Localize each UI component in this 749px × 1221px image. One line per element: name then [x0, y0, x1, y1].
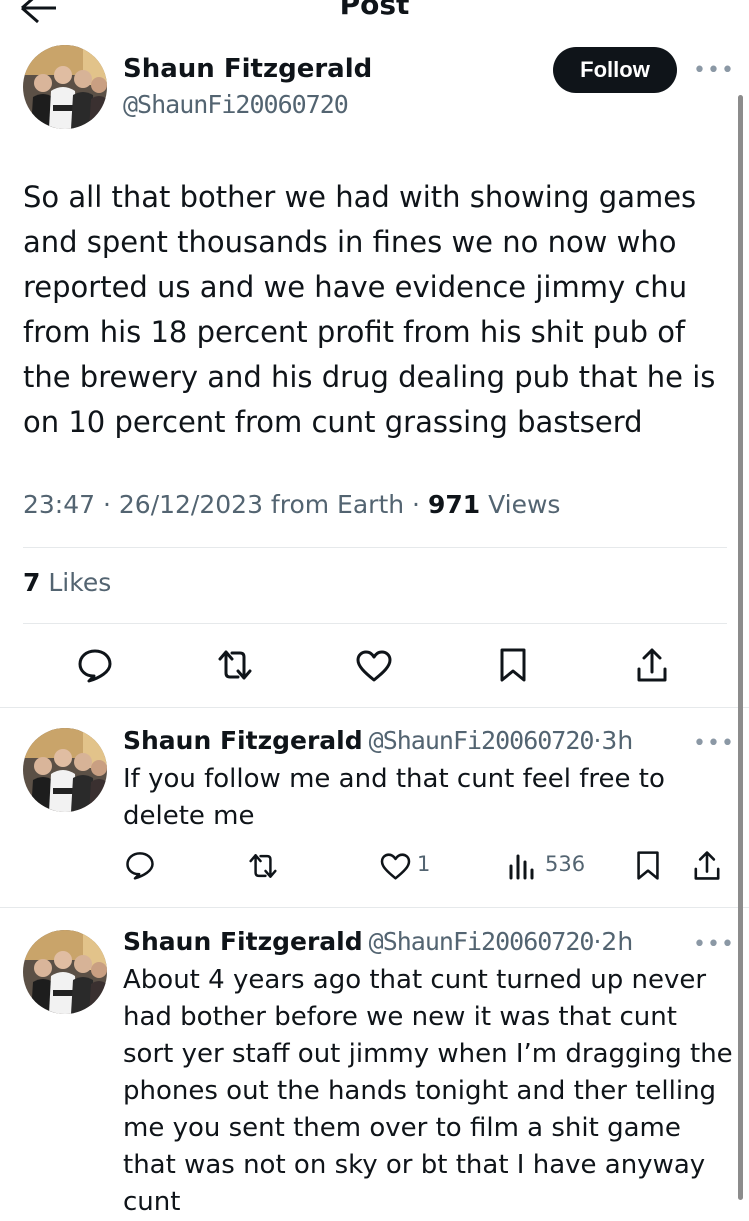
reply-age: ·3h — [593, 726, 634, 755]
like-icon[interactable] — [356, 650, 392, 682]
avatar[interactable] — [23, 930, 107, 1014]
likes-summary[interactable]: 7 Likes — [23, 568, 111, 597]
views-label[interactable]: Views — [480, 490, 560, 519]
share-icon[interactable] — [636, 647, 668, 683]
reply-text: If you follow me and that cunt feel free… — [123, 764, 665, 831]
reply-author-name[interactable]: Shaun Fitzgerald — [123, 927, 363, 956]
share-icon[interactable] — [693, 850, 721, 881]
reply-header[interactable]: Shaun Fitzgerald @ShaunFi20060720·2h — [123, 927, 633, 956]
views-icon[interactable] — [508, 852, 536, 880]
views-count: 971 — [427, 490, 481, 519]
reply-age: ·2h — [593, 927, 634, 956]
follow-button[interactable]: Follow — [553, 47, 677, 93]
page-title: Post — [339, 0, 410, 21]
reply-author-name[interactable]: Shaun Fitzgerald — [123, 726, 363, 755]
reply-header[interactable]: Shaun Fitzgerald @ShaunFi20060720·3h — [123, 726, 633, 755]
tweet-text: So all that bother we had with showing g… — [23, 180, 716, 439]
repost-icon[interactable] — [215, 648, 255, 682]
scrollbar[interactable] — [738, 95, 743, 1200]
bookmark-icon[interactable] — [499, 647, 527, 683]
reply-author-handle[interactable]: @ShaunFi20060720 — [369, 726, 595, 755]
reply-icon[interactable] — [77, 647, 113, 683]
tweet-meta: 23:47 · 26/12/2023 from Earth · 971 View… — [23, 490, 560, 519]
more-options-icon[interactable]: ••• — [693, 731, 735, 756]
author-handle[interactable]: @ShaunFi20060720 — [123, 90, 349, 119]
author-name[interactable]: Shaun Fitzgerald — [123, 54, 372, 84]
like-count: 1 — [417, 852, 431, 876]
divider — [23, 547, 727, 548]
tweet-timestamp: 23:47 · 26/12/2023 from Earth · — [23, 490, 428, 519]
more-options-icon[interactable]: ••• — [693, 932, 735, 957]
repost-icon[interactable] — [246, 852, 280, 880]
divider — [0, 907, 749, 908]
likes-label: Likes — [40, 568, 112, 597]
divider — [23, 623, 727, 624]
reply-author-handle[interactable]: @ShaunFi20060720 — [369, 927, 595, 956]
views-count: 536 — [545, 852, 586, 876]
top-bar: Post — [0, 0, 749, 42]
divider — [0, 707, 749, 708]
likes-count: 7 — [23, 568, 41, 597]
bookmark-icon[interactable] — [636, 850, 660, 881]
reply-text: About 4 years ago that cunt turned up ne… — [123, 965, 733, 1217]
avatar[interactable] — [23, 45, 107, 129]
avatar[interactable] — [23, 728, 107, 812]
more-options-icon[interactable]: ••• — [693, 58, 735, 83]
reply-icon[interactable] — [125, 850, 155, 880]
like-icon[interactable] — [380, 853, 411, 880]
